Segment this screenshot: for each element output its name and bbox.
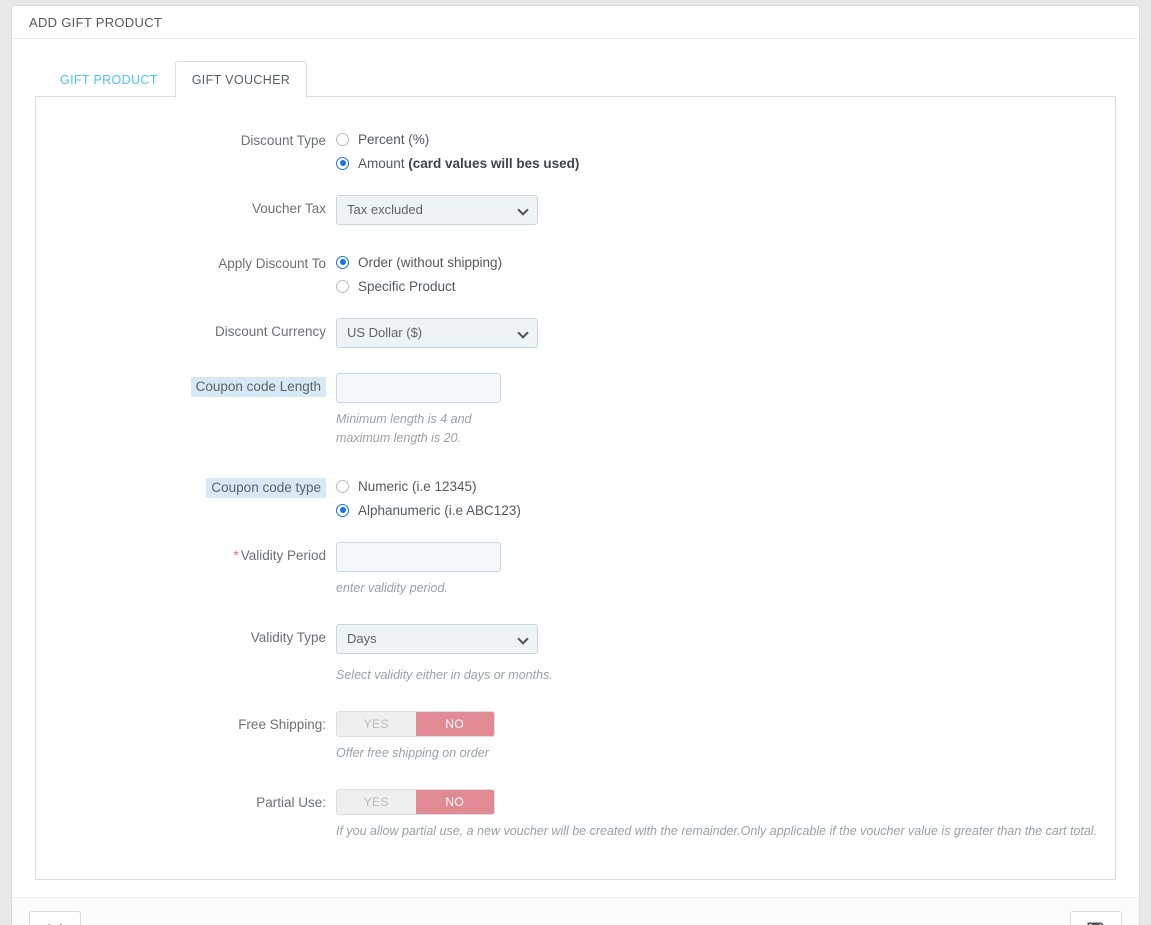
radio-option-percent[interactable]: Percent (%) [336, 127, 1115, 151]
row-validity-period: * Validity Period enter validity period. [36, 542, 1115, 598]
row-coupon-code-length: Coupon code Length Minimum length is 4 a… [36, 373, 1115, 448]
cancel-button[interactable]: Cancel [29, 911, 81, 925]
save-button[interactable]: Save [1070, 911, 1122, 925]
radio-amount-icon[interactable] [336, 156, 349, 170]
page-title: ADD GIFT PRODUCT [29, 15, 163, 30]
hint-validity-type: Select validity either in days or months… [336, 668, 553, 682]
radio-specific-product-icon[interactable] [336, 279, 349, 293]
control-discount-type: Percent (%) Amount (card values will bes… [336, 127, 1115, 175]
radio-option-numeric[interactable]: Numeric (i.e 12345) [336, 474, 1115, 498]
close-icon [45, 919, 65, 925]
card-header: ADD GIFT PRODUCT [12, 6, 1139, 39]
label-validity-period: * Validity Period [36, 542, 336, 565]
radio-amount-note: (card values will bes used) [408, 155, 580, 171]
control-coupon-code-length: Minimum length is 4 and maximum length i… [336, 373, 1115, 448]
partial-use-toggle-yes[interactable]: YES [337, 790, 416, 814]
label-coupon-code-length: Coupon code Length [36, 373, 336, 397]
control-free-shipping: YES NO Offer free shipping on order [336, 711, 1115, 763]
label-discount-currency: Discount Currency [214, 324, 326, 339]
radio-amount-text: Amount [358, 155, 409, 171]
card-footer: Cancel Save [12, 897, 1139, 925]
gift-voucher-panel: Discount Type Percent (%) Amount (card v… [35, 96, 1116, 880]
radio-option-order[interactable]: Order (without shipping) [336, 250, 1115, 274]
radio-numeric-label: Numeric (i.e 12345) [358, 478, 477, 494]
label-validity-period-text: Validity Period [240, 548, 326, 563]
row-discount-currency: Discount Currency US Dollar ($) [36, 318, 1115, 353]
label-coupon-code-length-text: Coupon code Length [190, 377, 326, 397]
chevron-down-icon [519, 329, 528, 335]
tab-gift-product[interactable]: GIFT PRODUCT [43, 61, 175, 98]
label-free-shipping: Free Shipping: [238, 717, 326, 732]
row-discount-type: Discount Type Percent (%) Amount (card v… [36, 127, 1115, 175]
label-apply-discount-to: Apply Discount To [218, 256, 326, 271]
add-gift-product-card: ADD GIFT PRODUCT GIFT PRODUCT GIFT VOUCH… [11, 5, 1140, 925]
label-partial-use: Partial Use: [256, 795, 326, 810]
validity-type-value: Days [347, 631, 377, 646]
label-voucher-tax: Voucher Tax [251, 201, 326, 216]
row-voucher-tax: Voucher Tax Tax excluded [36, 195, 1115, 230]
row-apply-discount-to: Apply Discount To Order (without shippin… [36, 250, 1115, 298]
label-coupon-code-type-text: Coupon code type [206, 478, 326, 498]
control-discount-currency: US Dollar ($) [336, 318, 1115, 353]
radio-percent-icon[interactable] [336, 132, 349, 146]
row-validity-type: Validity Type Days Select validity eithe… [36, 624, 1115, 685]
label-discount-type: Discount Type [240, 133, 326, 148]
radio-alphanumeric-icon[interactable] [336, 503, 349, 517]
row-coupon-code-type: Coupon code type Numeric (i.e 12345) Alp… [36, 474, 1115, 522]
coupon-code-length-input[interactable] [336, 373, 501, 403]
control-apply-discount-to: Order (without shipping) Specific Produc… [336, 250, 1115, 298]
chevron-down-icon [519, 635, 528, 641]
radio-numeric-icon[interactable] [336, 479, 349, 493]
card-body: GIFT PRODUCT GIFT VOUCHER Discount Type … [12, 39, 1139, 897]
partial-use-toggle[interactable]: YES NO [336, 789, 495, 815]
hint-coupon-code-length: Minimum length is 4 and maximum length i… [336, 412, 472, 445]
radio-option-alphanumeric[interactable]: Alphanumeric (i.e ABC123) [336, 498, 1115, 522]
control-coupon-code-type: Numeric (i.e 12345) Alphanumeric (i.e AB… [336, 474, 1115, 522]
radio-specific-product-label: Specific Product [358, 278, 456, 294]
radio-option-amount[interactable]: Amount (card values will bes used) [336, 151, 1115, 175]
required-asterisk: * [233, 548, 239, 563]
discount-currency-select[interactable]: US Dollar ($) [336, 318, 538, 348]
radio-percent-label: Percent (%) [358, 131, 430, 147]
control-validity-period: enter validity period. [336, 542, 1115, 598]
page-root: ADD GIFT PRODUCT GIFT PRODUCT GIFT VOUCH… [0, 0, 1151, 925]
free-shipping-toggle-yes[interactable]: YES [337, 712, 416, 736]
chevron-down-icon [519, 206, 528, 212]
voucher-tax-value: Tax excluded [347, 202, 423, 217]
validity-period-input[interactable] [336, 542, 501, 572]
voucher-tax-select[interactable]: Tax excluded [336, 195, 538, 225]
control-partial-use: YES NO If you allow partial use, a new v… [336, 789, 1115, 841]
radio-order-label: Order (without shipping) [358, 254, 503, 270]
label-validity-type: Validity Type [250, 630, 326, 645]
hint-validity-period: enter validity period. [336, 581, 448, 595]
hint-free-shipping: Offer free shipping on order [336, 746, 489, 760]
row-free-shipping: Free Shipping: YES NO Offer free shippin… [36, 711, 1115, 763]
tab-gift-voucher-label: GIFT VOUCHER [191, 73, 291, 87]
validity-type-select[interactable]: Days [336, 624, 538, 654]
tab-gift-voucher[interactable]: GIFT VOUCHER [174, 61, 308, 98]
label-coupon-code-type: Coupon code type [36, 474, 336, 498]
control-voucher-tax: Tax excluded [336, 195, 1115, 230]
tab-bar: GIFT PRODUCT GIFT VOUCHER [29, 59, 1122, 98]
control-validity-type: Days Select validity either in days or m… [336, 624, 1115, 685]
radio-order-icon[interactable] [336, 255, 349, 269]
row-partial-use: Partial Use: YES NO If you allow partial… [36, 789, 1115, 841]
radio-option-specific-product[interactable]: Specific Product [336, 274, 1115, 298]
radio-alphanumeric-label: Alphanumeric (i.e ABC123) [358, 502, 521, 518]
save-icon [1086, 919, 1107, 925]
radio-amount-label: Amount (card values will bes used) [358, 156, 579, 171]
hint-partial-use: If you allow partial use, a new voucher … [336, 824, 1098, 838]
partial-use-toggle-no[interactable]: NO [415, 790, 494, 814]
discount-currency-value: US Dollar ($) [347, 325, 423, 340]
free-shipping-toggle-no[interactable]: NO [415, 712, 494, 736]
tab-gift-product-label: GIFT PRODUCT [60, 73, 158, 87]
free-shipping-toggle[interactable]: YES NO [336, 711, 495, 737]
